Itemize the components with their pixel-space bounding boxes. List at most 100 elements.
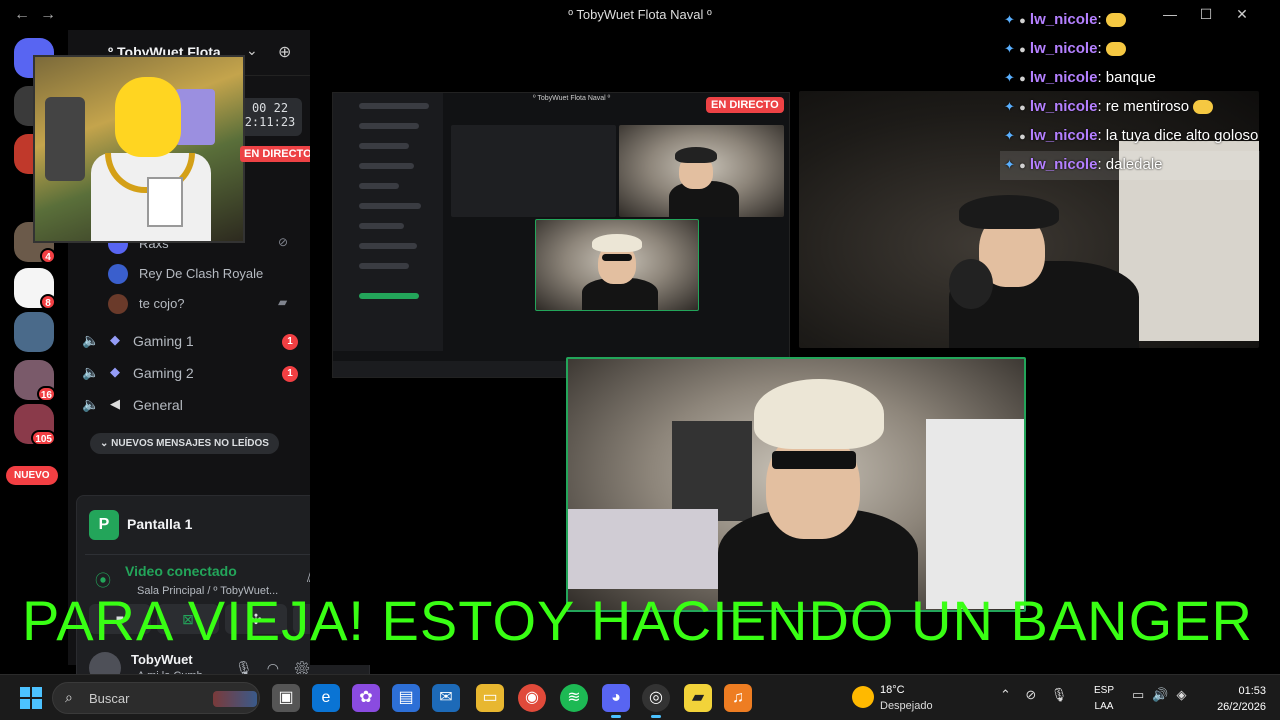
- language-indicator[interactable]: ESP LAA: [1094, 683, 1114, 715]
- voice-channel-gaming-2[interactable]: 🔈 ◆ Gaming 2 1: [80, 359, 300, 387]
- fridge: [926, 419, 1024, 609]
- server-icon[interactable]: 105: [14, 404, 56, 446]
- unread-badge: 4: [40, 248, 56, 264]
- mention-badge: 1: [282, 334, 298, 350]
- sword-icon: ✦: [1004, 157, 1015, 172]
- chat-user: lw_nicole: [1029, 40, 1098, 57]
- edge-icon[interactable]: e: [312, 684, 340, 712]
- speaker-icon: 🔈: [82, 396, 100, 412]
- spotify-icon[interactable]: ≋: [560, 684, 588, 712]
- windows-start-icon[interactable]: [20, 687, 42, 709]
- chat-message: ✦ ● lw_nicole: re mentiroso: [1000, 93, 1260, 122]
- overlay-cup: [175, 89, 215, 145]
- new-messages-label: NUEVOS MENSAJES NO LEÍDOS: [111, 438, 269, 449]
- mic-icon[interactable]: 🎙: [1051, 687, 1068, 702]
- overlay-head: [115, 77, 181, 157]
- nav-arrows[interactable]: ←→: [14, 6, 66, 24]
- voice-timer: 00 22 2:11:23: [238, 98, 302, 136]
- chevron-down-icon[interactable]: ⌄: [246, 42, 258, 59]
- vpn-icon[interactable]: ◈: [1176, 687, 1194, 702]
- weather-temp: 18°C: [880, 684, 905, 696]
- chat-message: ✦ ● lw_nicole: daledale: [1000, 151, 1260, 180]
- back-icon[interactable]: ←: [14, 6, 40, 23]
- badge-icon: ●: [1019, 73, 1026, 85]
- stream-icon: P: [89, 510, 119, 540]
- overlay-cup2: [147, 177, 183, 227]
- add-user-icon[interactable]: ⊕: [278, 42, 291, 62]
- chat-message: ✦ ● lw_nicole: banque: [1004, 69, 1156, 86]
- timer-bottom: 2:11:23: [244, 115, 296, 129]
- megaphone-icon: ◀: [110, 396, 120, 411]
- sword-icon: ✦: [1004, 12, 1015, 27]
- lang-top: ESP: [1094, 685, 1115, 696]
- chat-user: lw_nicole: [1029, 127, 1098, 144]
- fl-studio-icon[interactable]: ♫: [724, 684, 752, 712]
- sword-icon: ✦: [1004, 128, 1015, 143]
- mini-title: º TobyWuet Flota Naval º: [533, 95, 611, 102]
- monitor-icon[interactable]: ▭: [1132, 687, 1152, 702]
- discord-icon[interactable]: ◕: [602, 684, 630, 718]
- channel-label: Gaming 1: [133, 333, 194, 349]
- mini-cam-main: [535, 219, 699, 311]
- outlook-icon[interactable]: ✉: [432, 684, 460, 712]
- chat-message: ✦ ● lw_nicole:: [1000, 35, 1260, 64]
- server-icon[interactable]: 16: [14, 360, 56, 402]
- new-messages-pill[interactable]: ⌄ NUEVOS MENSAJES NO LEÍDOS: [90, 433, 279, 454]
- badge-icon: ●: [1019, 15, 1026, 27]
- screen-share-tile[interactable]: º TobyWuet Flota Naval º: [332, 92, 790, 378]
- emote-icon: [1105, 42, 1126, 57]
- taskbar-search[interactable]: ⌕ Buscar: [52, 682, 260, 714]
- badge-icon: ●: [1019, 160, 1026, 172]
- weather-widget[interactable]: 18°C Despejado: [850, 682, 960, 716]
- cap: [959, 195, 1059, 229]
- new-pill[interactable]: NUEVO: [6, 466, 58, 485]
- file-explorer-icon[interactable]: ▭: [476, 684, 504, 712]
- weather-sun-icon: [852, 686, 874, 708]
- search-highlight-image: [213, 691, 257, 707]
- poster: [672, 421, 752, 521]
- forward-icon[interactable]: →: [40, 6, 66, 23]
- server-icon[interactable]: 8: [14, 268, 56, 310]
- stream-title: Pantalla 1: [127, 516, 193, 532]
- mini-cam: [619, 125, 784, 217]
- lang-bottom: LAA: [1094, 701, 1114, 712]
- webcam-tile-main[interactable]: [566, 357, 1026, 612]
- mini-line: [359, 223, 404, 229]
- chat-user: lw_nicole: [1029, 156, 1098, 173]
- sunglasses: [772, 451, 856, 469]
- chat-user: lw_nicole: [1029, 11, 1098, 28]
- hidden-icon[interactable]: ⊘: [1025, 687, 1036, 702]
- search-icon: ⌕: [65, 689, 73, 705]
- badge-icon: ●: [1019, 44, 1026, 56]
- user-name: TobyWuet: [131, 652, 193, 667]
- voice-channel-general[interactable]: 🔈 ◀ General: [80, 391, 300, 419]
- mini-line: [359, 143, 409, 149]
- emote-icon: [1193, 100, 1214, 115]
- live-badge-side: EN DIRECTO: [240, 146, 316, 162]
- gamepad-icon: ◆: [110, 332, 120, 347]
- microphone: [949, 259, 993, 309]
- copilot-icon[interactable]: ✿: [352, 684, 380, 712]
- system-tray[interactable]: ⌃ ⊘ 🎙: [1000, 687, 1067, 703]
- speaker-icon: 🔈: [82, 364, 100, 380]
- task-view-icon[interactable]: ▣: [272, 684, 300, 712]
- live-badge: EN DIRECTO: [706, 97, 784, 113]
- chat-text: re mentiroso: [1105, 98, 1190, 115]
- chevron-up-icon[interactable]: ⌃: [1000, 687, 1011, 702]
- voice-channel-gaming-1[interactable]: 🔈 ◆ Gaming 1 1: [80, 327, 300, 355]
- search-placeholder: Buscar: [89, 691, 130, 706]
- mention-badge: 1: [282, 366, 298, 382]
- windows-taskbar: ⌕ Buscar ▣ e ✿ ▤ ✉ ▭ ◉ ≋ ◕ ◎ ▰ ♫ 18°C De…: [0, 674, 1280, 720]
- status-icons[interactable]: ▭🔊◈: [1132, 687, 1194, 703]
- chrome-icon[interactable]: ◉: [518, 684, 546, 712]
- channel-label: Gaming 2: [133, 365, 194, 381]
- store-icon[interactable]: ▤: [392, 684, 420, 712]
- server-icon[interactable]: [14, 312, 54, 352]
- member-name: Rey De Clash Royale: [139, 266, 264, 281]
- volume-icon[interactable]: 🔊: [1152, 687, 1176, 702]
- sticky-notes-icon[interactable]: ▰: [684, 684, 712, 712]
- clock[interactable]: 01:53 26/2/2026: [1206, 683, 1266, 715]
- obs-icon[interactable]: ◎: [642, 684, 670, 718]
- voice-status: Video conectado: [125, 563, 237, 579]
- mini-line: [359, 183, 399, 189]
